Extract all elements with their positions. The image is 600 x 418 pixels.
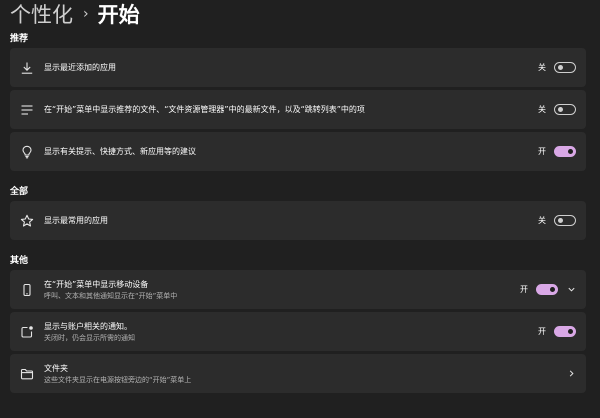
- breadcrumb-separator: ›: [83, 6, 89, 22]
- phone-icon: [10, 270, 44, 309]
- setting-label: 在“开始”菜单中显示推荐的文件、“文件资源管理器”中的最新文件，以及“跳转列表”…: [44, 104, 365, 114]
- toggle-knob: [558, 218, 563, 223]
- toggle-state-text: 开: [538, 327, 546, 336]
- download-icon: [10, 48, 44, 87]
- toggle-state-text: 开: [520, 285, 528, 294]
- toggle-state-text: 关: [538, 105, 546, 114]
- tips-toggle[interactable]: [554, 146, 576, 157]
- recent-apps-toggle[interactable]: [554, 62, 576, 73]
- chevron-right-icon[interactable]: [566, 369, 576, 378]
- setting-recommended-files[interactable]: 在“开始”菜单中显示推荐的文件、“文件资源管理器”中的最新文件，以及“跳转列表”…: [10, 90, 586, 129]
- setting-recent-apps[interactable]: 显示最近添加的应用 关: [10, 48, 586, 87]
- setting-mobile-device[interactable]: 在“开始”菜单中显示移动设备 呼叫、文本和其他通知显示在“开始”菜单中 开: [10, 270, 586, 309]
- toggle-knob: [558, 65, 563, 70]
- toggle-knob: [558, 107, 563, 112]
- setting-label: 显示最近添加的应用: [44, 62, 116, 72]
- list-icon: [10, 90, 44, 129]
- notification-icon: [10, 312, 44, 351]
- section-title-recommended: 推荐: [10, 34, 29, 44]
- setting-label: 显示与账户相关的通知。: [44, 321, 132, 331]
- section-title-other: 其他: [10, 256, 29, 266]
- toggle-state-text: 开: [538, 147, 546, 156]
- setting-label: 显示最常用的应用: [44, 215, 108, 225]
- breadcrumb: 个性化 › 开始: [10, 0, 586, 28]
- section-title-all: 全部: [10, 187, 29, 197]
- setting-description: 呼叫、文本和其他通知显示在“开始”菜单中: [44, 291, 178, 300]
- page-title: 开始: [97, 3, 140, 27]
- chevron-down-icon[interactable]: [566, 285, 576, 294]
- toggle-knob: [568, 149, 573, 154]
- toggle-knob: [550, 287, 555, 292]
- toggle-knob: [568, 329, 573, 334]
- setting-description: 关闭时，仍会显示所需的通知: [44, 333, 135, 342]
- most-used-toggle[interactable]: [554, 215, 576, 226]
- setting-account-notifications[interactable]: 显示与账户相关的通知。 关闭时，仍会显示所需的通知 开: [10, 312, 586, 351]
- mobile-device-toggle[interactable]: [536, 284, 558, 295]
- setting-label: 显示有关提示、快捷方式、新应用等的建议: [44, 146, 196, 156]
- setting-description: 这些文件夹显示在电源按钮旁边的“开始”菜单上: [44, 375, 192, 384]
- toggle-state-text: 关: [538, 216, 546, 225]
- setting-label: 文件夹: [44, 363, 68, 373]
- lightbulb-icon: [10, 132, 44, 171]
- toggle-state-text: 关: [538, 63, 546, 72]
- settings-page: 个性化 › 开始 推荐 显示最近添加的应用 关 在“开始”菜单中显示推荐的文件、…: [0, 0, 600, 418]
- account-notifications-toggle[interactable]: [554, 326, 576, 337]
- folder-icon: [10, 354, 44, 393]
- breadcrumb-parent[interactable]: 个性化: [10, 0, 73, 29]
- setting-folders[interactable]: 文件夹 这些文件夹显示在电源按钮旁边的“开始”菜单上: [10, 354, 586, 393]
- star-icon: [10, 201, 44, 240]
- setting-tips[interactable]: 显示有关提示、快捷方式、新应用等的建议 开: [10, 132, 586, 171]
- recommended-files-toggle[interactable]: [554, 104, 576, 115]
- setting-most-used[interactable]: 显示最常用的应用 关: [10, 201, 586, 240]
- setting-label: 在“开始”菜单中显示移动设备: [44, 279, 149, 289]
